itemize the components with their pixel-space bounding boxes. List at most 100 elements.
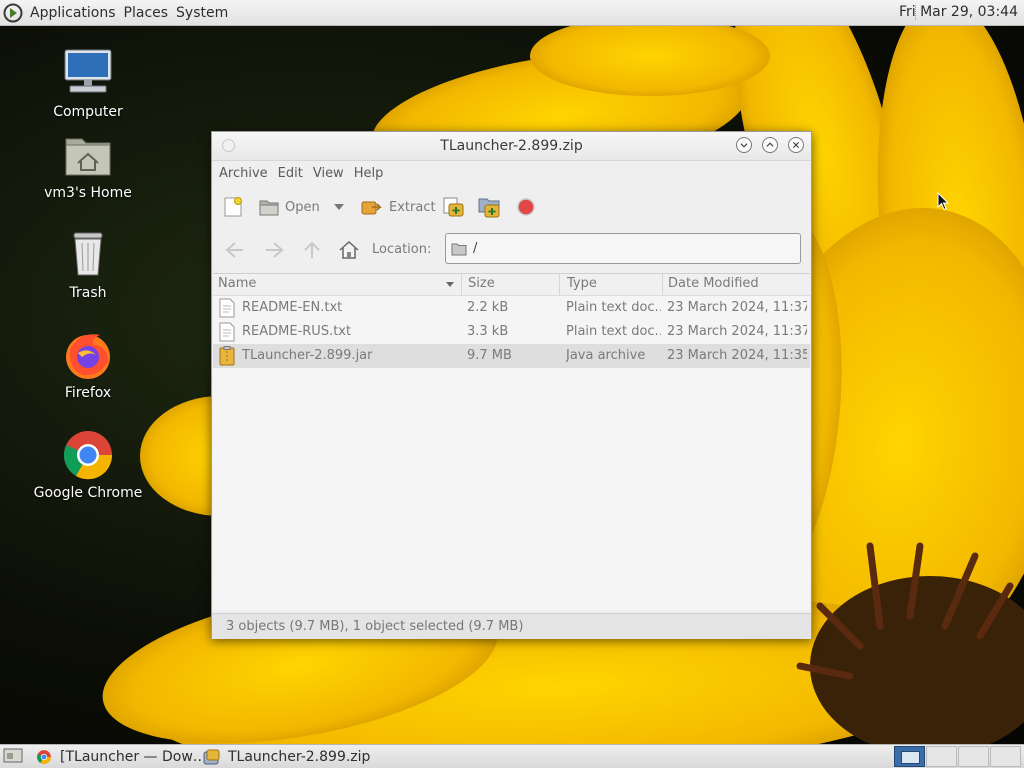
open-button[interactable]: Open bbox=[258, 191, 320, 223]
column-header: Name Size Type Date Modified bbox=[213, 274, 810, 296]
location-field[interactable]: / bbox=[445, 233, 801, 264]
desktop-icon-label: vm3's Home bbox=[44, 185, 132, 201]
bottom-panel: [TLauncher — Dow… TLauncher-2.899.zip bbox=[0, 744, 1024, 768]
taskbar-item-archive-manager[interactable]: TLauncher-2.899.zip bbox=[203, 746, 370, 767]
file-size: 2.2 kB bbox=[467, 300, 509, 315]
add-files-icon bbox=[443, 197, 464, 217]
view-menu[interactable]: View bbox=[308, 166, 349, 181]
trash-icon bbox=[73, 232, 103, 276]
workspace-2[interactable] bbox=[926, 746, 957, 767]
window-toolbar: Open Extract bbox=[212, 188, 811, 226]
new-archive-button[interactable] bbox=[222, 191, 249, 223]
file-size: 9.7 MB bbox=[467, 348, 512, 363]
home-icon[interactable] bbox=[338, 240, 360, 260]
column-separator[interactable] bbox=[559, 274, 560, 295]
add-folder-icon bbox=[478, 198, 500, 218]
computer-icon bbox=[64, 49, 112, 93]
archive-manager-window: TLauncher-2.899.zip Archive Edit View He… bbox=[211, 131, 812, 639]
firefox-icon bbox=[66, 334, 110, 379]
help-menu[interactable]: Help bbox=[349, 166, 389, 181]
file-date: 23 March 2024, 11:35 bbox=[667, 348, 807, 363]
file-name: TLauncher-2.899.jar bbox=[242, 348, 373, 363]
taskbar-item-chrome[interactable]: [TLauncher — Dow… bbox=[36, 746, 207, 767]
file-list: Name Size Type Date Modified README-EN.t… bbox=[213, 273, 810, 610]
desktop-icon-home[interactable]: vm3's Home bbox=[33, 127, 143, 201]
stop-button[interactable] bbox=[516, 191, 541, 223]
file-type: Plain text doc… bbox=[566, 300, 661, 315]
desktop-icon-label: Computer bbox=[53, 104, 123, 120]
applications-menu[interactable]: Applications bbox=[26, 5, 120, 21]
desktop-icon-label: Google Chrome bbox=[33, 485, 143, 501]
status-bar: 3 objects (9.7 MB), 1 object selected (9… bbox=[212, 613, 811, 639]
mouse-cursor-icon bbox=[937, 192, 949, 211]
java-archive-icon bbox=[219, 346, 235, 366]
column-date-modified[interactable]: Date Modified bbox=[668, 276, 759, 294]
maximize-icon[interactable] bbox=[762, 137, 778, 153]
stop-icon bbox=[517, 198, 535, 216]
add-folder-button[interactable] bbox=[477, 191, 508, 223]
distro-logo-icon[interactable] bbox=[3, 3, 23, 23]
column-separator[interactable] bbox=[662, 274, 663, 295]
window-titlebar[interactable]: TLauncher-2.899.zip bbox=[212, 132, 811, 161]
extract-icon bbox=[361, 201, 382, 215]
workspace-3[interactable] bbox=[958, 746, 989, 767]
chrome-icon bbox=[37, 749, 51, 764]
location-label: Location: bbox=[372, 242, 432, 257]
taskbar-item-label: [TLauncher — Dow… bbox=[60, 748, 207, 765]
extract-button[interactable]: Extract bbox=[360, 191, 436, 223]
file-name: README-RUS.txt bbox=[242, 324, 352, 339]
chrome-icon bbox=[63, 431, 113, 480]
top-panel: Applications Places System Fri Mar 29, 0… bbox=[0, 0, 1024, 26]
folder-icon bbox=[451, 243, 467, 256]
new-archive-icon bbox=[224, 197, 242, 217]
open-button-label: Open bbox=[285, 199, 320, 215]
column-type[interactable]: Type bbox=[567, 276, 597, 294]
open-dropdown-button[interactable] bbox=[332, 191, 351, 223]
column-separator[interactable] bbox=[461, 274, 462, 295]
window-title: TLauncher-2.899.zip bbox=[440, 138, 583, 154]
column-name[interactable]: Name bbox=[218, 276, 256, 294]
close-icon[interactable] bbox=[788, 137, 804, 153]
file-size: 3.3 kB bbox=[467, 324, 509, 339]
add-files-button[interactable] bbox=[442, 191, 471, 223]
show-desktop-icon[interactable] bbox=[3, 748, 23, 765]
taskbar-item-label: TLauncher-2.899.zip bbox=[228, 748, 371, 765]
workspace-1[interactable] bbox=[894, 746, 925, 767]
minimize-icon[interactable] bbox=[736, 137, 752, 153]
desktop-icon-chrome[interactable]: Google Chrome bbox=[33, 427, 143, 501]
desktop-icon-trash[interactable]: Trash bbox=[33, 227, 143, 301]
file-date: 23 March 2024, 11:37 bbox=[667, 300, 807, 315]
open-folder-icon bbox=[259, 200, 279, 216]
file-row-selected[interactable]: TLauncher-2.899.jar 9.7 MB Java archive … bbox=[213, 344, 810, 368]
places-menu[interactable]: Places bbox=[120, 5, 173, 21]
location-path: / bbox=[473, 241, 478, 256]
window-menubar: Archive Edit View Help bbox=[212, 160, 813, 186]
location-bar: Location: / bbox=[212, 230, 811, 270]
file-date: 23 March 2024, 11:37 bbox=[667, 324, 807, 339]
clock[interactable]: Fri Mar 29, 03:44 bbox=[899, 4, 1018, 20]
file-name: README-EN.txt bbox=[242, 300, 343, 315]
archive-menu[interactable]: Archive bbox=[214, 166, 273, 181]
sort-descending-icon[interactable] bbox=[445, 281, 455, 288]
status-text: 3 objects (9.7 MB), 1 object selected (9… bbox=[226, 619, 524, 634]
desktop-icon-label: Trash bbox=[69, 285, 107, 301]
desktop-icon-firefox[interactable]: Firefox bbox=[33, 327, 143, 401]
file-row[interactable]: README-RUS.txt 3.3 kB Plain text doc… 23… bbox=[213, 320, 810, 344]
up-arrow-icon[interactable] bbox=[302, 240, 322, 260]
desktop-icon-label: Firefox bbox=[64, 385, 112, 401]
system-menu[interactable]: System bbox=[172, 5, 232, 21]
extract-button-label: Extract bbox=[389, 199, 436, 215]
file-row[interactable]: README-EN.txt 2.2 kB Plain text doc… 23 … bbox=[213, 296, 810, 320]
file-type: Java archive bbox=[566, 348, 646, 363]
column-size[interactable]: Size bbox=[468, 276, 495, 294]
archive-manager-icon bbox=[203, 749, 220, 764]
workspace-window-thumbnail bbox=[901, 751, 920, 764]
forward-arrow-icon[interactable] bbox=[263, 240, 285, 260]
desktop-icon-computer[interactable]: Computer bbox=[33, 46, 143, 120]
file-type: Plain text doc… bbox=[566, 324, 661, 339]
workspace-4[interactable] bbox=[990, 746, 1021, 767]
back-arrow-icon[interactable] bbox=[224, 240, 246, 260]
chevron-down-icon bbox=[334, 204, 344, 210]
home-folder-icon bbox=[65, 138, 111, 176]
edit-menu[interactable]: Edit bbox=[273, 166, 308, 181]
